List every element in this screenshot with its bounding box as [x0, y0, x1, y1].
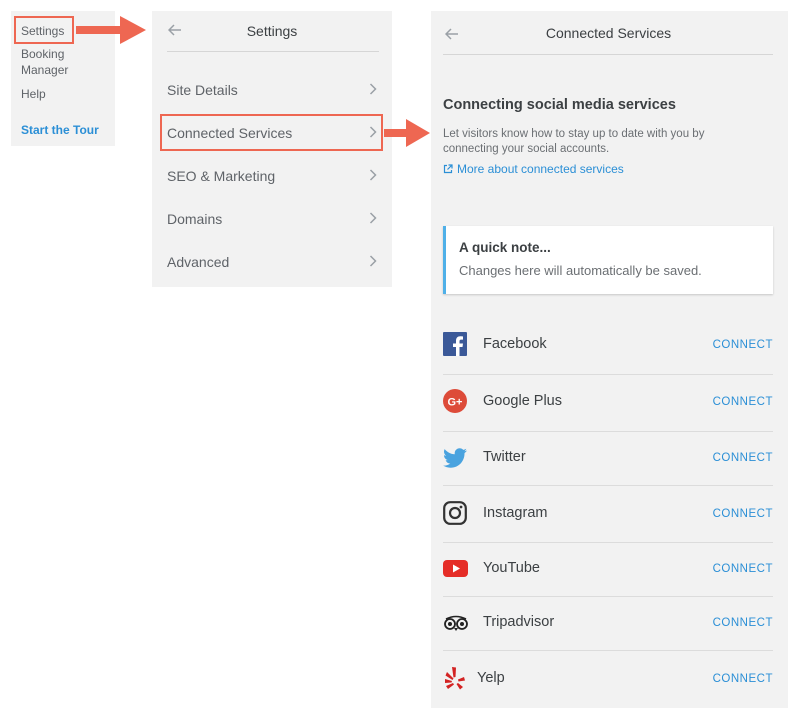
row-divider [443, 431, 773, 432]
quick-note-callout: A quick note... Changes here will automa… [443, 226, 773, 294]
header-divider [167, 51, 379, 52]
row-divider [443, 374, 773, 375]
menu-item-label: Advanced [167, 254, 230, 270]
google-plus-icon: G+ [443, 389, 467, 413]
section-heading: Connecting social media services [443, 97, 676, 113]
settings-highlight-box [14, 16, 74, 44]
menu-item-label: Domains [167, 211, 223, 227]
menu-item-domains[interactable]: Domains [167, 209, 377, 229]
twitter-icon [443, 448, 467, 468]
note-text: Changes here will automatically be saved… [459, 263, 702, 278]
menu-item-seo-marketing[interactable]: SEO & Marketing [167, 166, 377, 186]
row-divider [443, 650, 773, 651]
external-link-icon [443, 164, 453, 174]
connected-services-panel: Connected Services Connecting social med… [431, 11, 788, 708]
service-row-instagram: Instagram CONNECT [443, 501, 773, 531]
service-name: Google Plus [483, 393, 562, 409]
row-divider [443, 542, 773, 543]
section-description: Let visitors know how to stay up to date… [443, 128, 705, 155]
sidebar-item-help[interactable]: Help [21, 86, 46, 102]
service-name: Tripadvisor [483, 614, 555, 630]
youtube-icon [443, 560, 468, 577]
service-row-twitter: Twitter CONNECT [443, 445, 773, 475]
connect-tripadvisor-button[interactable]: CONNECT [713, 617, 773, 629]
tripadvisor-icon [444, 615, 468, 631]
service-name: Instagram [483, 505, 548, 521]
service-row-tripadvisor: Tripadvisor CONNECT [443, 610, 773, 640]
page-title: Connected Services [545, 25, 672, 41]
service-name: Yelp [477, 670, 505, 686]
connect-facebook-button[interactable]: CONNECT [713, 339, 773, 351]
more-about-link-label: More about connected services [457, 162, 624, 176]
header-divider [443, 54, 773, 55]
service-name: Twitter [483, 449, 526, 465]
connect-twitter-button[interactable]: CONNECT [713, 452, 773, 464]
menu-item-label: SEO & Marketing [167, 168, 276, 184]
row-divider [443, 596, 773, 597]
connect-youtube-button[interactable]: CONNECT [713, 563, 773, 575]
sidebar-item-manager[interactable]: Manager [21, 62, 68, 78]
connect-yelp-button[interactable]: CONNECT [713, 673, 773, 685]
note-title: A quick note... [459, 240, 551, 255]
page-title: Settings [246, 23, 298, 39]
service-row-yelp: Yelp CONNECT [443, 666, 773, 696]
connect-google-plus-button[interactable]: CONNECT [713, 396, 773, 408]
chevron-right-icon [369, 255, 377, 267]
menu-item-site-details[interactable]: Site Details [167, 80, 377, 100]
start-tour-link[interactable]: Start the Tour [21, 122, 99, 138]
service-row-youtube: YouTube CONNECT [443, 556, 773, 586]
callout-arrow-icon [76, 16, 146, 44]
sidebar-item-booking[interactable]: Booking [21, 46, 64, 62]
chevron-right-icon [369, 83, 377, 95]
connected-services-highlight-box [160, 114, 383, 151]
more-about-link[interactable]: More about connected services [443, 162, 624, 176]
chevron-right-icon [369, 169, 377, 181]
service-row-google-plus: G+ Google Plus CONNECT [443, 389, 773, 419]
yelp-icon [445, 667, 465, 690]
menu-item-advanced[interactable]: Advanced [167, 252, 377, 272]
row-divider [443, 485, 773, 486]
chevron-right-icon [369, 212, 377, 224]
service-name: YouTube [483, 560, 540, 576]
service-row-facebook: Facebook CONNECT [443, 332, 773, 362]
callout-arrow-icon [384, 119, 430, 147]
instagram-icon [443, 501, 467, 525]
connect-instagram-button[interactable]: CONNECT [713, 508, 773, 520]
facebook-icon [443, 332, 467, 356]
service-name: Facebook [483, 336, 547, 352]
menu-item-label: Site Details [167, 82, 238, 98]
svg-text:G+: G+ [448, 397, 463, 409]
